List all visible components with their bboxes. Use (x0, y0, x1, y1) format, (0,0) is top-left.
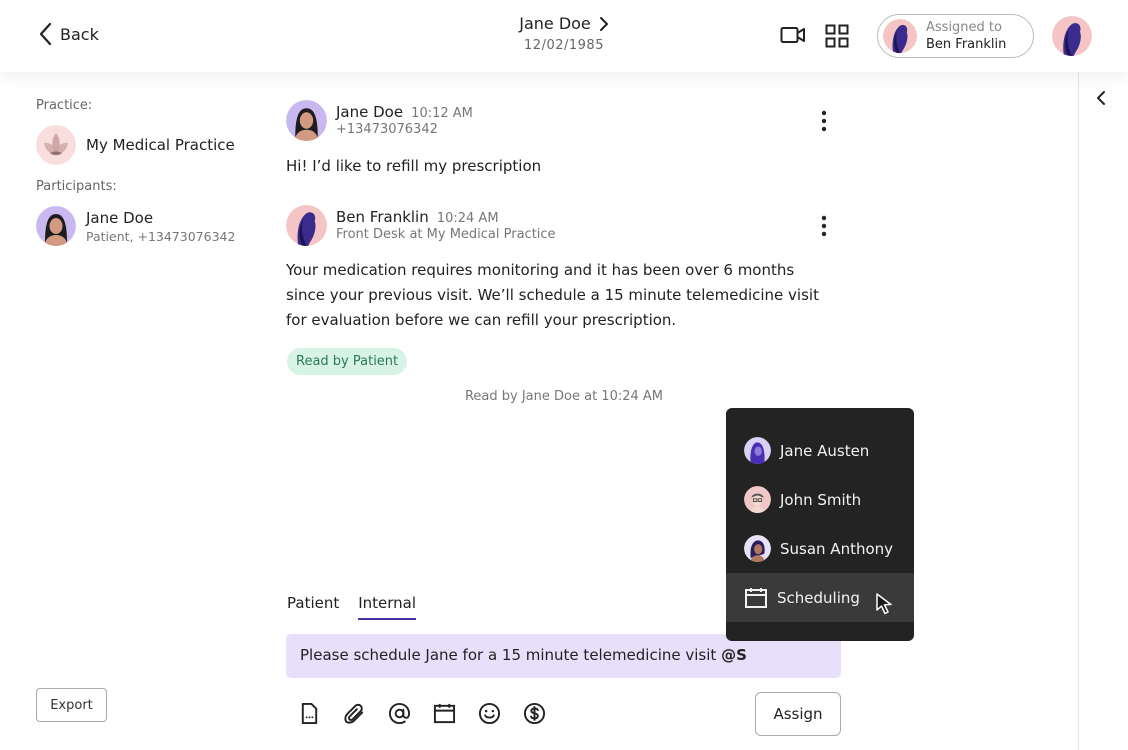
assigned-label: Assigned to (926, 20, 1002, 35)
calendar-icon[interactable] (433, 702, 456, 725)
mention-option-susan-anthony[interactable]: Susan Anthony (726, 524, 914, 573)
document-icon[interactable] (298, 702, 321, 725)
right-panel-divider (1078, 72, 1079, 750)
chevron-left-icon (39, 22, 52, 46)
message-time: 10:12 AM (411, 106, 473, 121)
message-body-line: Your medication requires monitoring and … (286, 261, 795, 279)
expand-panel-button[interactable] (1096, 90, 1106, 110)
message-item: Ben Franklin 10:24 AM Front Desk at My M… (286, 205, 846, 333)
back-label: Back (60, 24, 99, 44)
mention-option-jane-austen[interactable]: Jane Austen (726, 426, 914, 475)
message-options-button[interactable] (820, 215, 828, 241)
message-mode-tabs: Patient Internal (287, 594, 417, 620)
message-author: Ben Franklin (336, 208, 429, 226)
compose-text: Please schedule Jane for a 15 minute tel… (300, 646, 722, 664)
participant-meta: Patient, +13473076342 (86, 228, 236, 244)
patient-name-link[interactable]: Jane Doe (519, 14, 609, 33)
more-vertical-icon (821, 215, 827, 237)
top-bar: Back Jane Doe 12/02/1985 Assigned to Ben… (0, 0, 1128, 72)
ben-franklin-avatar (883, 19, 917, 53)
jane-doe-avatar (286, 100, 327, 141)
back-button[interactable]: Back (38, 22, 99, 46)
tab-patient[interactable]: Patient (287, 594, 339, 620)
message-author-role: Front Desk at My Medical Practice (336, 227, 556, 242)
chevron-left-icon (1097, 91, 1105, 105)
message-body: Hi! I’d like to refill my prescription (286, 157, 542, 175)
paperclip-icon[interactable] (343, 702, 366, 725)
at-mention-icon[interactable] (388, 702, 411, 725)
susan-anthony-avatar (744, 535, 771, 562)
practice-name: My Medical Practice (86, 136, 235, 154)
message-body-line: for evaluation before we can refill your… (286, 311, 677, 329)
tab-internal[interactable]: Internal (358, 594, 417, 620)
compose-toolbar (298, 702, 546, 725)
message-author: Jane Doe (336, 103, 404, 121)
current-user-avatar (1052, 16, 1092, 56)
message-author-phone: +13473076342 (336, 122, 438, 137)
assigned-to-button[interactable]: Assigned to Ben Franklin (877, 14, 1034, 58)
more-vertical-icon (821, 110, 827, 132)
participant-item: Jane Doe Patient, +13473076342 (36, 206, 266, 246)
mention-option-label: Scheduling (777, 588, 860, 607)
read-status-badge: Read by Patient (287, 348, 408, 375)
message-options-button[interactable] (820, 110, 828, 136)
apps-grid-button[interactable] (825, 24, 849, 52)
participant-name: Jane Doe (86, 208, 154, 227)
assign-button[interactable]: Assign (755, 692, 841, 736)
jane-austen-avatar (744, 437, 771, 464)
mention-option-john-smith[interactable]: John Smith (726, 475, 914, 524)
conversation-sidebar: Practice: My Medical Practice Participan… (36, 98, 266, 246)
video-call-button[interactable] (780, 25, 806, 49)
calendar-icon (745, 587, 767, 608)
mouse-pointer-icon (876, 593, 892, 615)
message-time: 10:24 AM (436, 211, 499, 226)
practice-item: My Medical Practice (36, 125, 266, 165)
practice-label: Practice: (36, 98, 93, 113)
assigned-name: Ben Franklin (926, 37, 1007, 52)
compose-mention: @S (721, 646, 747, 664)
payment-dollar-icon[interactable] (523, 702, 546, 725)
video-camera-icon (780, 27, 805, 43)
export-button[interactable]: Export (36, 688, 107, 722)
practice-logo-icon (36, 125, 76, 165)
chevron-right-icon (599, 16, 608, 31)
jane-doe-avatar (36, 206, 76, 246)
message-item: Jane Doe 10:12 AM +13473076342 Hi! I’d l… (286, 100, 846, 179)
message-body-line: since your previous visit. We’ll schedul… (286, 286, 819, 304)
mention-option-label: Jane Austen (780, 441, 870, 460)
mention-option-label: John Smith (780, 490, 862, 509)
grid-icon (825, 24, 849, 48)
mention-option-label: Susan Anthony (780, 539, 894, 558)
patient-name: Jane Doe (519, 14, 591, 33)
emoji-icon[interactable] (478, 702, 501, 725)
user-avatar-button[interactable] (1052, 16, 1092, 56)
ben-franklin-avatar (286, 205, 327, 246)
message-body: Your medication requires monitoring and … (286, 258, 846, 333)
read-receipt: Read by Jane Doe at 10:24 AM (464, 389, 664, 404)
john-smith-avatar (744, 486, 771, 513)
participants-label: Participants: (36, 179, 117, 194)
